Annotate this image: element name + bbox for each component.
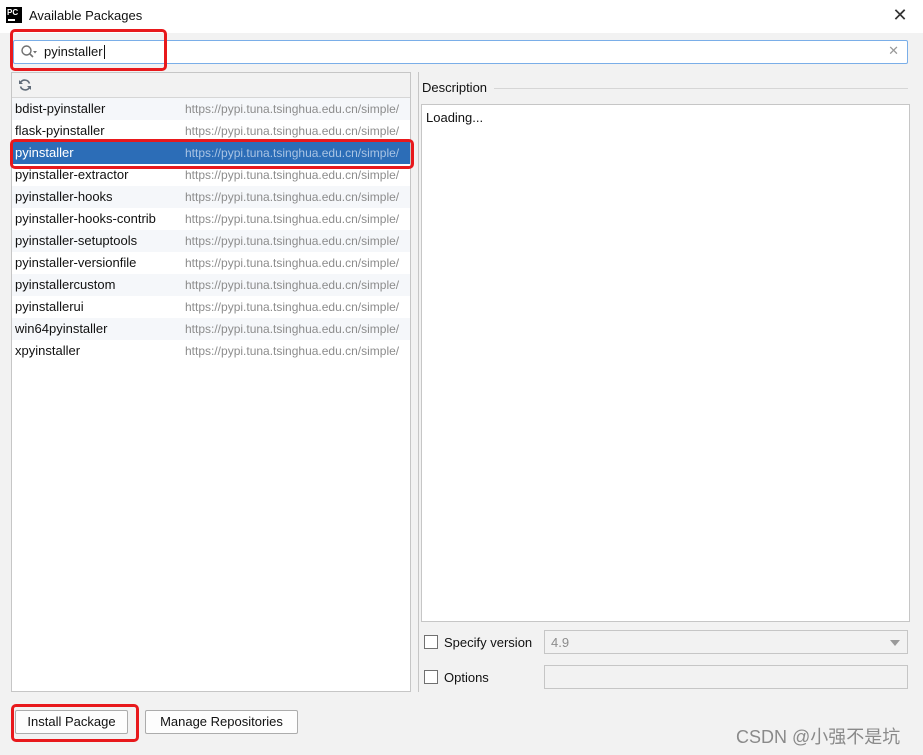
title-bar: PC Available Packages ✕ — [0, 0, 923, 33]
close-button[interactable]: ✕ — [890, 4, 910, 26]
description-area: Loading... — [421, 104, 910, 622]
search-input[interactable]: pyinstaller ✕ — [13, 40, 908, 64]
description-content: Loading... — [426, 110, 484, 125]
package-name: pyinstallerui — [15, 299, 84, 314]
package-name: pyinstallercustom — [15, 277, 116, 292]
package-row[interactable]: pyinstaller-hooks https://pypi.tuna.tsing… — [12, 186, 410, 208]
version-select[interactable]: 4.9 — [544, 630, 908, 654]
package-name: win64pyinstaller — [15, 321, 108, 336]
package-row[interactable]: flask-pyinstaller https://pypi.tuna.tsing… — [12, 120, 410, 142]
clear-search-icon[interactable]: ✕ — [888, 43, 899, 59]
package-repository: https://pypi.tuna.tsinghua.edu.cn/simple… — [185, 322, 400, 336]
package-list-toolbar — [12, 73, 410, 98]
package-repository: https://pypi.tuna.tsinghua.edu.cn/simple… — [185, 344, 400, 358]
watermark-text: CSDN @小强不是坑 — [736, 727, 901, 747]
description-label: Description — [422, 80, 488, 95]
refresh-icon[interactable] — [18, 78, 32, 92]
package-row[interactable]: pyinstaller https://pypi.tuna.tsinghua.ed… — [12, 142, 410, 164]
install-package-button[interactable]: Install Package — [15, 710, 128, 734]
package-repository: https://pypi.tuna.tsinghua.edu.cn/simple… — [185, 190, 400, 204]
package-row[interactable]: bdist-pyinstaller https://pypi.tuna.tsing… — [12, 98, 410, 120]
manage-repositories-button[interactable]: Manage Repositories — [145, 710, 298, 734]
package-repository: https://pypi.tuna.tsinghua.edu.cn/simple… — [185, 256, 400, 270]
package-row[interactable]: pyinstaller-setuptools https://pypi.tuna.… — [12, 230, 410, 252]
package-repository: https://pypi.tuna.tsinghua.edu.cn/simple… — [185, 234, 400, 248]
package-row[interactable]: pyinstallercustom https://pypi.tuna.tsing… — [12, 274, 410, 296]
options-label[interactable]: Options — [444, 670, 489, 685]
chevron-down-icon[interactable] — [890, 640, 900, 646]
window-title: Available Packages — [29, 8, 143, 23]
package-repository: https://pypi.tuna.tsinghua.edu.cn/simple… — [185, 124, 400, 138]
search-icon[interactable] — [20, 44, 38, 60]
package-row[interactable]: win64pyinstaller https://pypi.tuna.tsingh… — [12, 318, 410, 340]
package-name: pyinstaller-hooks-contrib — [15, 211, 156, 226]
package-list: bdist-pyinstaller https://pypi.tuna.tsing… — [12, 98, 410, 362]
app-icon-text: PC — [7, 8, 19, 17]
package-name: pyinstaller-extractor — [15, 167, 129, 182]
package-repository: https://pypi.tuna.tsinghua.edu.cn/simple… — [185, 300, 400, 314]
package-name: pyinstaller-versionfile — [15, 255, 137, 270]
package-name: pyinstaller — [15, 145, 74, 160]
package-name: xpyinstaller — [15, 343, 81, 358]
panel-divider[interactable] — [418, 72, 419, 692]
description-separator — [494, 88, 908, 89]
package-row[interactable]: pyinstaller-hooks-contrib https://pypi.tu… — [12, 208, 410, 230]
options-checkbox[interactable] — [424, 670, 438, 684]
package-repository: https://pypi.tuna.tsinghua.edu.cn/simple… — [185, 278, 400, 292]
package-repository: https://pypi.tuna.tsinghua.edu.cn/simple… — [185, 212, 400, 226]
package-name: bdist-pyinstaller — [15, 101, 106, 116]
specify-version-label[interactable]: Specify version — [444, 635, 532, 650]
package-name: flask-pyinstaller — [15, 123, 105, 138]
options-input[interactable] — [544, 665, 908, 689]
package-row[interactable]: xpyinstaller https://pypi.tuna.tsinghua.e… — [12, 340, 410, 362]
package-row[interactable]: pyinstaller-extractor https://pypi.tuna.t… — [12, 164, 410, 186]
package-repository: https://pypi.tuna.tsinghua.edu.cn/simple… — [185, 146, 400, 160]
package-repository: https://pypi.tuna.tsinghua.edu.cn/simple… — [185, 102, 400, 116]
package-name: pyinstaller-setuptools — [15, 233, 138, 248]
version-value: 4.9 — [551, 635, 570, 650]
package-repository: https://pypi.tuna.tsinghua.edu.cn/simple… — [185, 168, 400, 182]
pycharm-app-icon: PC — [6, 7, 22, 23]
package-name: pyinstaller-hooks — [15, 189, 113, 204]
package-row[interactable]: pyinstaller-versionfile https://pypi.tuna… — [12, 252, 410, 274]
package-list-panel: bdist-pyinstaller https://pypi.tuna.tsing… — [11, 72, 411, 692]
package-row[interactable]: pyinstallerui https://pypi.tuna.tsinghua.… — [12, 296, 410, 318]
search-value: pyinstaller — [44, 44, 105, 59]
specify-version-checkbox[interactable] — [424, 635, 438, 649]
